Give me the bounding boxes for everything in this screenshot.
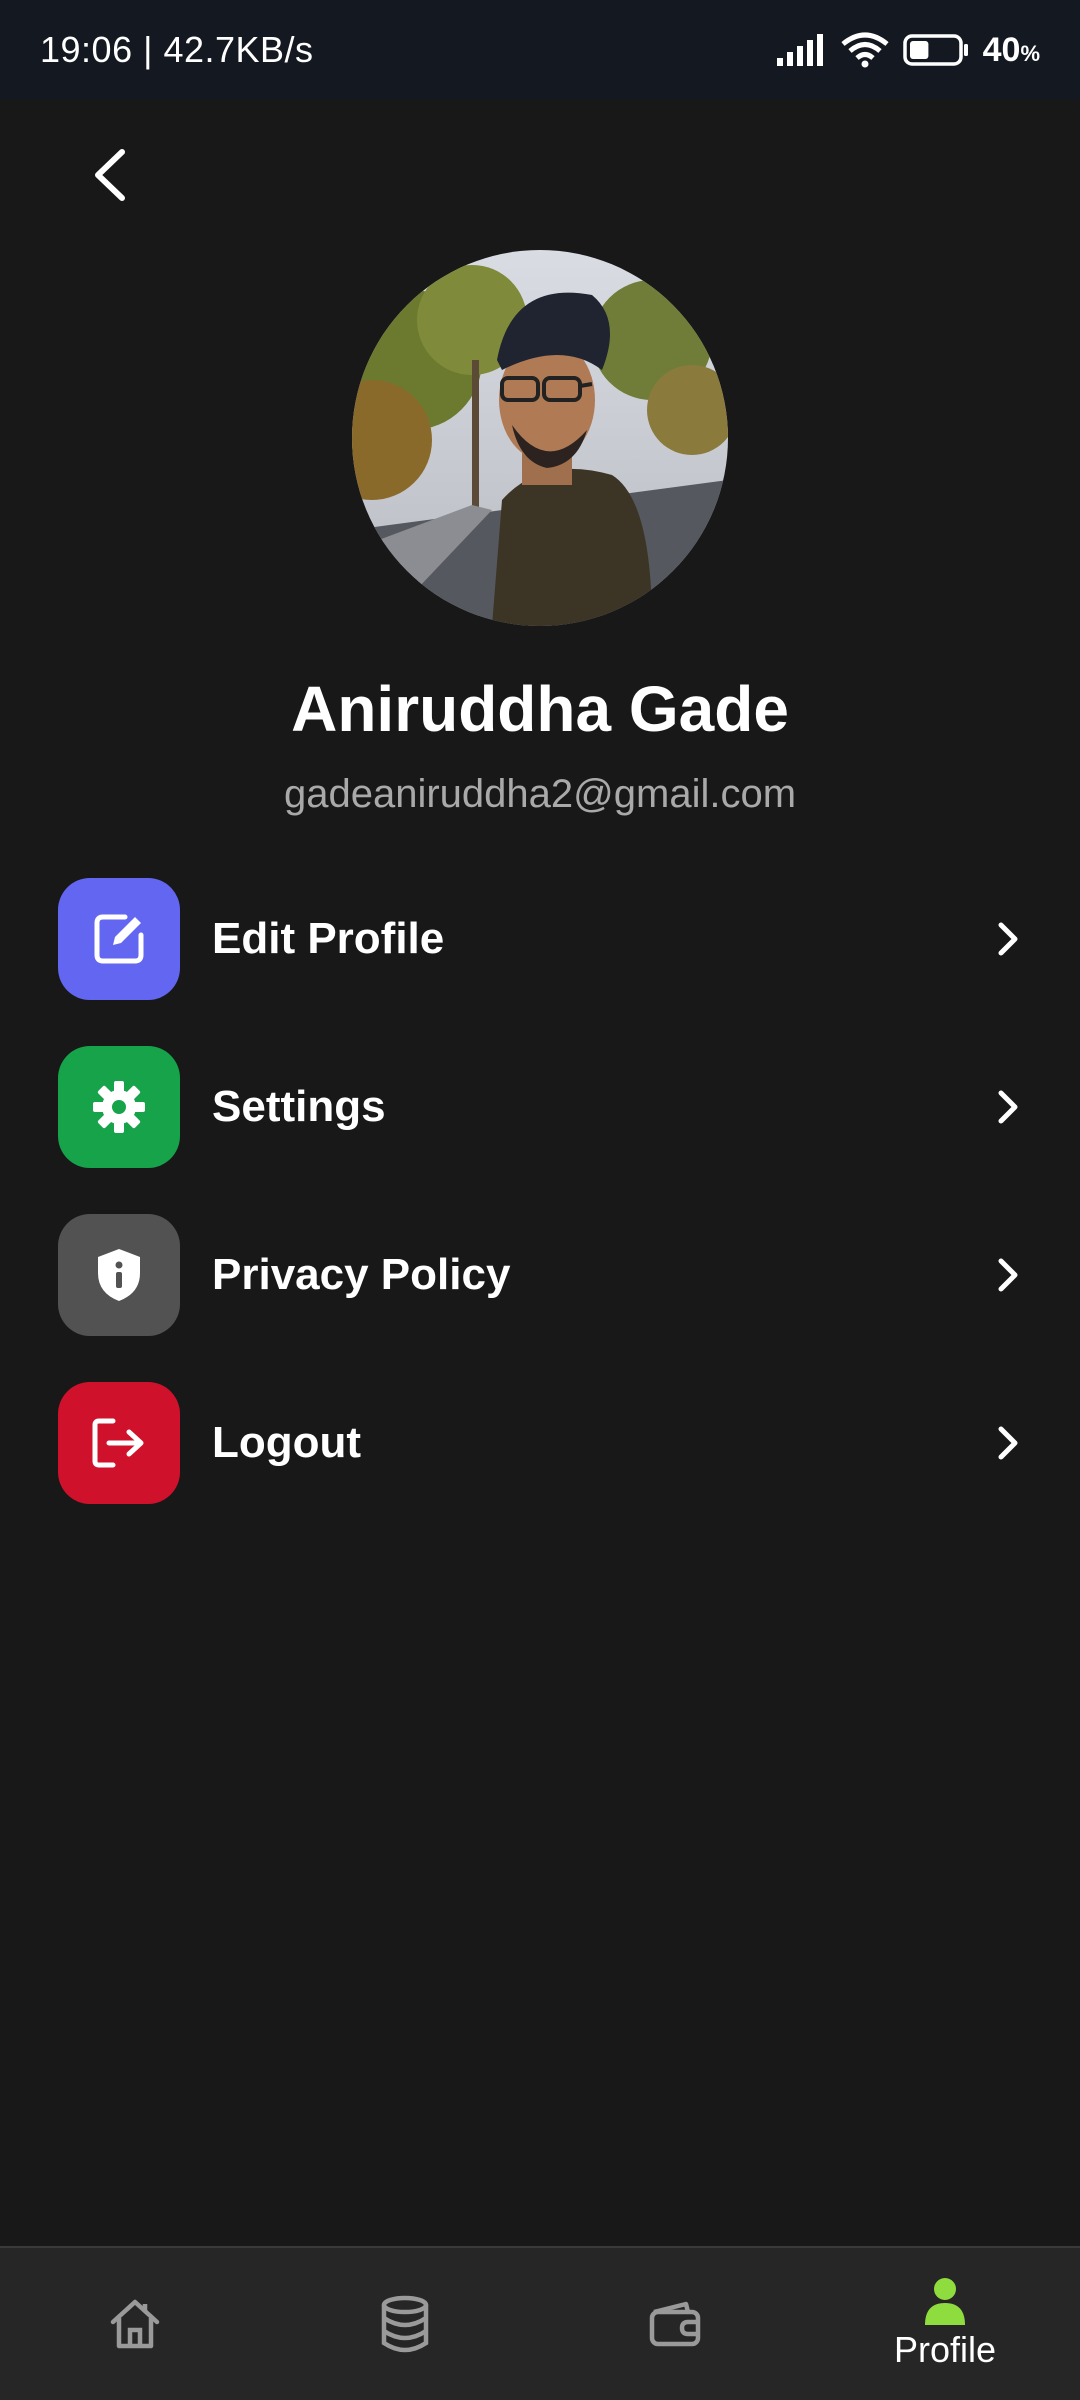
battery-icon bbox=[902, 34, 968, 66]
database-icon bbox=[381, 2295, 429, 2353]
profile-name: Aniruddha Gade bbox=[291, 673, 789, 745]
menu-item-label: Logout bbox=[212, 1418, 362, 1467]
logout-icon bbox=[58, 1382, 180, 1504]
chevron-right-icon bbox=[988, 1423, 1028, 1463]
chevron-left-icon bbox=[95, 149, 125, 201]
shield-icon bbox=[58, 1214, 180, 1336]
gear-icon bbox=[58, 1046, 180, 1168]
status-bar: 19:06 | 42.7KB/s 40% bbox=[0, 0, 1080, 100]
nav-item-database[interactable] bbox=[270, 2248, 540, 2400]
menu-item-label: Privacy Policy bbox=[212, 1250, 511, 1299]
status-time-speed: 19:06 | 42.7KB/s bbox=[40, 29, 314, 70]
status-icons: 40% bbox=[776, 30, 1040, 70]
wallet-icon bbox=[649, 2301, 701, 2347]
nav-item-label: Profile bbox=[893, 2329, 997, 2370]
menu-item-logout[interactable]: Logout bbox=[58, 1382, 1028, 1504]
wifi-icon bbox=[841, 32, 889, 68]
profile-icon bbox=[925, 2278, 965, 2325]
profile-email: gadeaniruddha2@gmail.com bbox=[283, 772, 797, 816]
signal-icon bbox=[776, 34, 823, 66]
nav-item-profile[interactable]: Profile bbox=[810, 2248, 1080, 2400]
nav-item-home[interactable] bbox=[0, 2248, 270, 2400]
avatar bbox=[352, 250, 728, 626]
chevron-right-icon bbox=[988, 919, 1028, 959]
menu-item-label: Settings bbox=[212, 1082, 386, 1131]
menu-item-label: Edit Profile bbox=[212, 914, 445, 963]
edit-icon bbox=[58, 878, 180, 1000]
menu-item-settings[interactable]: Settings bbox=[58, 1046, 1028, 1168]
menu-item-edit-profile[interactable]: Edit Profile bbox=[58, 878, 1028, 1000]
menu-item-privacy-policy[interactable]: Privacy Policy bbox=[58, 1214, 1028, 1336]
home-icon bbox=[110, 2299, 160, 2349]
chevron-right-icon bbox=[988, 1255, 1028, 1295]
back-button[interactable] bbox=[70, 130, 150, 220]
bottom-navigation: Profile bbox=[0, 2246, 1080, 2400]
chevron-right-icon bbox=[988, 1087, 1028, 1127]
profile-menu: Edit Profile Settings Privacy Policy Log… bbox=[58, 878, 1028, 1550]
nav-item-wallet[interactable] bbox=[540, 2248, 810, 2400]
battery-percentage: 40% bbox=[982, 30, 1040, 69]
